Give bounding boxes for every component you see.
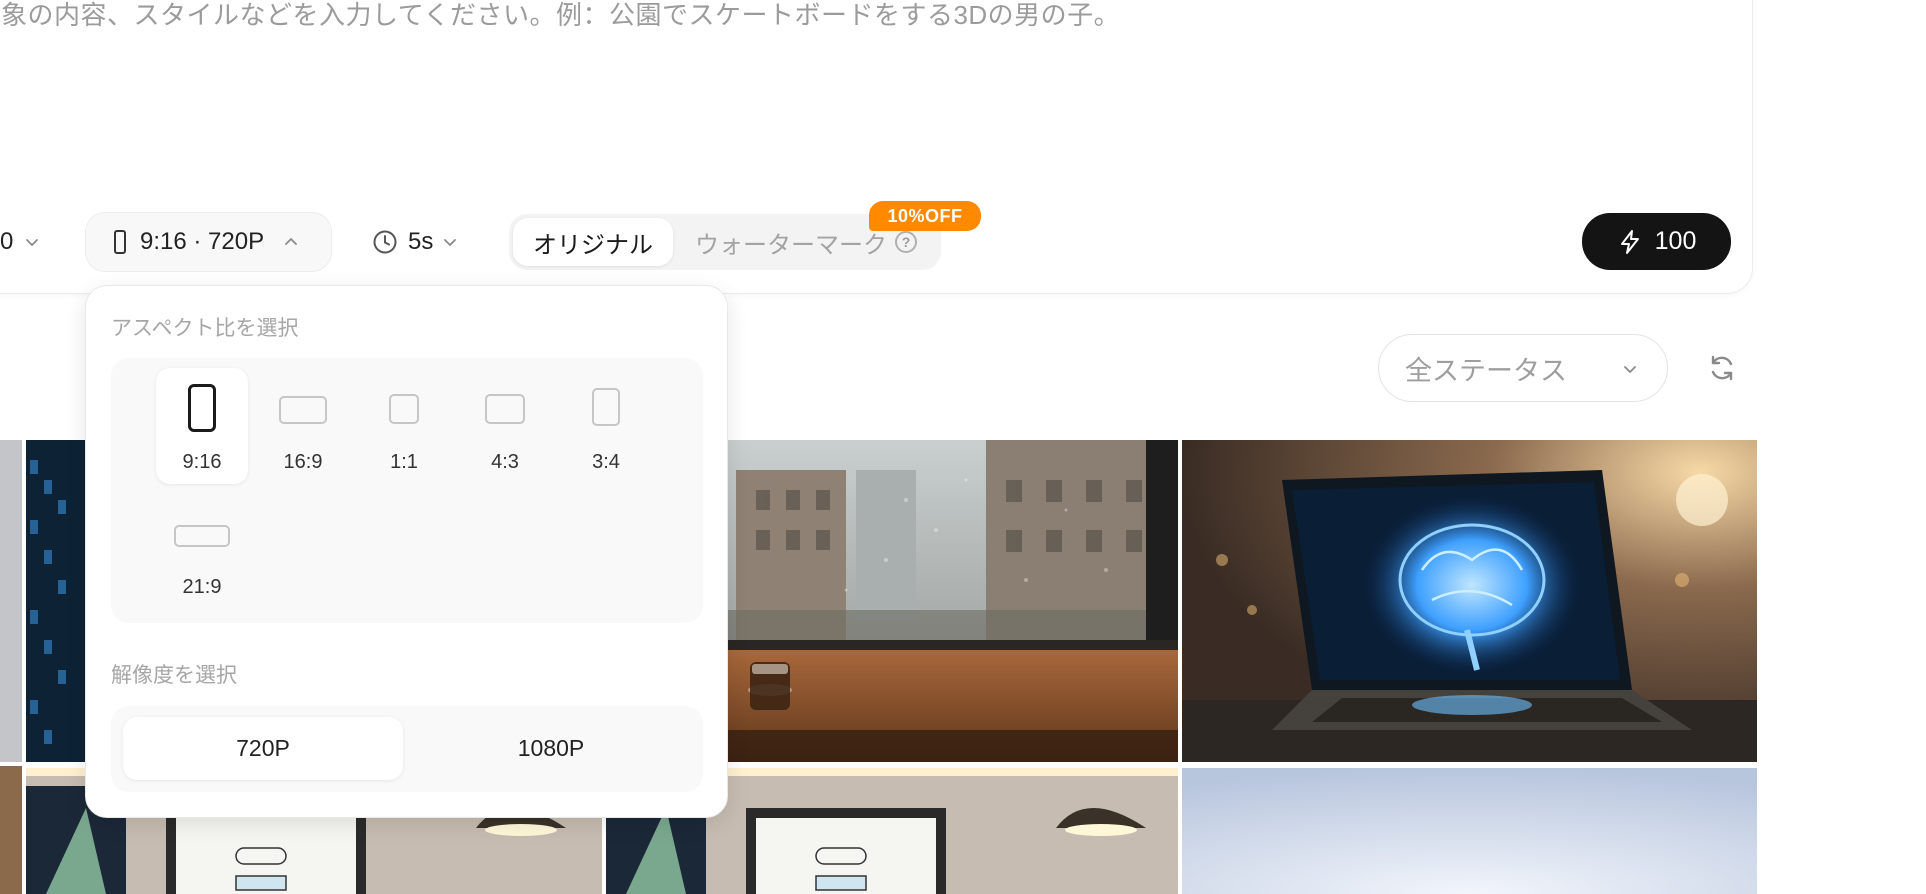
ratio-option-1-1[interactable]: 1:1	[358, 368, 450, 484]
status-filter-select[interactable]: 全ステータス	[1378, 334, 1668, 402]
gallery-tile-laptop-brain[interactable]	[1182, 440, 1757, 762]
ratio-label: 4:3	[491, 451, 519, 473]
ratio-9-16-icon	[188, 384, 216, 432]
ratio-option-3-4[interactable]: 3:4	[560, 368, 652, 484]
option-original[interactable]: オリジナル	[513, 218, 673, 266]
aspect-ratio-options: 9:16 16:9 1:1 4:3 3:4 21:9	[111, 358, 703, 623]
model-select[interactable]: 0	[0, 226, 39, 258]
model-select-value: 0	[0, 228, 14, 255]
duration-select[interactable]: 5s	[372, 212, 457, 272]
ratio-option-4-3[interactable]: 4:3	[459, 368, 551, 484]
ratio-1-1-icon	[389, 394, 419, 424]
ratio-label: 1:1	[390, 451, 418, 473]
resolution-title: 解像度を選択	[111, 664, 237, 687]
discount-badge: 10%OFF	[869, 201, 981, 231]
refresh-icon[interactable]	[1707, 353, 1737, 383]
aspect-resolution-value: 9:16 · 720P	[140, 228, 265, 255]
ratio-label: 3:4	[592, 451, 620, 473]
ratio-option-21-9[interactable]: 21:9	[156, 493, 248, 609]
generate-credits: 100	[1654, 227, 1697, 255]
ratio-label: 21:9	[182, 576, 222, 598]
prompt-input[interactable]: 象の内容、スタイルなどを入力してください。例：公園でスケートボードをする3Dの男…	[1, 0, 1120, 32]
gallery-tile-edge[interactable]	[0, 766, 22, 894]
gallery-tile-pale-sky[interactable]	[1182, 768, 1757, 894]
chevron-down-icon	[25, 235, 39, 249]
lightning-bolt-icon	[1620, 229, 1639, 254]
help-circle-icon[interactable]: ?	[895, 231, 917, 253]
aspect-resolution-button[interactable]: 9:16 · 720P	[85, 212, 332, 272]
ratio-option-16-9[interactable]: 16:9	[257, 368, 349, 484]
resolution-options: 720P 1080P	[111, 706, 703, 792]
chevron-down-icon	[1623, 362, 1637, 376]
aspect-ratio-popover: アスペクト比を選択 9:16 16:9 1:1 4:3 3:4 21:9 解像度…	[85, 285, 728, 818]
status-filter-value: 全ステータス	[1405, 355, 1567, 386]
duration-value: 5s	[408, 228, 434, 255]
clock-icon	[373, 230, 397, 254]
resolution-option-1080p[interactable]: 1080P	[411, 717, 691, 780]
chevron-down-icon	[443, 235, 457, 249]
chevron-up-icon	[284, 235, 298, 249]
aspect-ratio-title: アスペクト比を選択	[111, 317, 299, 340]
ratio-16-9-icon	[279, 396, 327, 424]
gallery-tile-edge[interactable]	[0, 440, 22, 762]
generate-button[interactable]: 100	[1582, 213, 1731, 270]
phone-portrait-icon	[114, 230, 126, 254]
ratio-4-3-icon	[485, 394, 525, 424]
ratio-option-9-16[interactable]: 9:16	[156, 368, 248, 484]
ratio-3-4-icon	[592, 388, 620, 426]
ratio-21-9-icon	[174, 525, 230, 547]
resolution-option-720p[interactable]: 720P	[123, 717, 403, 780]
option-watermark-label: ウォーターマーク	[695, 231, 887, 259]
ratio-label: 16:9	[283, 451, 323, 473]
ratio-label: 9:16	[182, 451, 222, 473]
